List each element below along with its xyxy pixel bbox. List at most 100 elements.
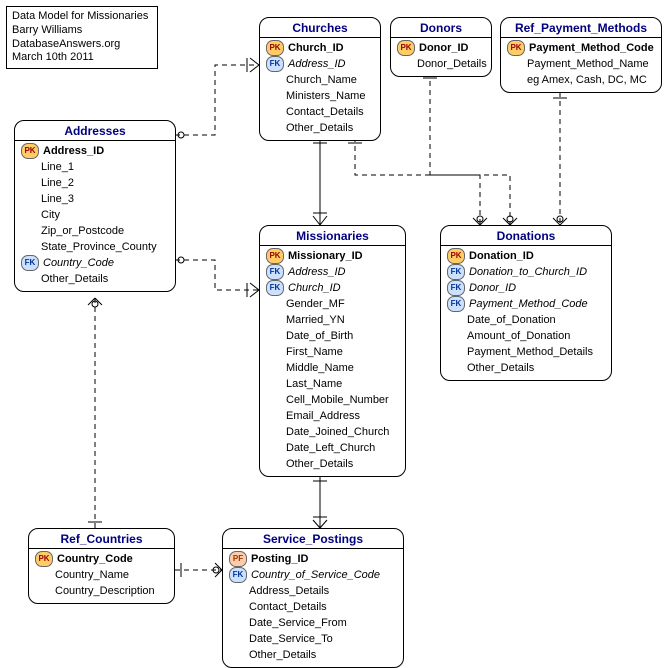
- attribute-label: Date_Left_Church: [286, 440, 375, 456]
- attribute-row: FKPayment_Method_Code: [441, 296, 611, 312]
- entity-title: Addresses: [15, 121, 175, 141]
- attribute-row: PKAddress_ID: [15, 143, 175, 159]
- foreign-key-icon: FK: [266, 264, 284, 280]
- key-spacer: [266, 409, 282, 423]
- attribute-row: FKDonor_ID: [441, 280, 611, 296]
- entity-donations: Donations PKDonation_IDFKDonation_to_Chu…: [440, 225, 612, 381]
- key-spacer: [229, 600, 245, 614]
- attribute-row: Ministers_Name: [260, 88, 380, 104]
- attribute-row: Amount_of_Donation: [441, 328, 611, 344]
- attribute-row: Last_Name: [260, 376, 405, 392]
- entity-title: Ref_Countries: [29, 529, 174, 549]
- entity-body: PKChurch_IDFKAddress_IDChurch_NameMinist…: [260, 38, 380, 140]
- attribute-label: Payment_Method_Details: [467, 344, 593, 360]
- attribute-label: Contact_Details: [286, 104, 364, 120]
- info-line: Barry Williams: [12, 24, 152, 38]
- attribute-row: Date_Left_Church: [260, 440, 405, 456]
- attribute-label: eg Amex, Cash, DC, MC: [527, 72, 647, 88]
- attribute-label: Address_ID: [43, 143, 104, 159]
- key-spacer: [35, 584, 51, 598]
- key-spacer: [229, 648, 245, 662]
- attribute-row: PKCountry_Code: [29, 551, 174, 567]
- attribute-label: Date_of_Donation: [467, 312, 556, 328]
- attribute-row: FKCountry_of_Service_Code: [223, 567, 403, 583]
- attribute-row: Contact_Details: [260, 104, 380, 120]
- attribute-label: Address_ID: [288, 56, 345, 72]
- attribute-label: Other_Details: [286, 456, 353, 472]
- attribute-label: City: [41, 207, 60, 223]
- attribute-row: Other_Details: [260, 120, 380, 136]
- attribute-row: FKDonation_to_Church_ID: [441, 264, 611, 280]
- attribute-row: Country_Description: [29, 583, 174, 599]
- attribute-label: Church_ID: [288, 280, 341, 296]
- primary-key-icon: PK: [266, 40, 284, 56]
- attribute-label: Payment_Method_Name: [527, 56, 649, 72]
- attribute-row: Address_Details: [223, 583, 403, 599]
- attribute-label: Country_Description: [55, 583, 155, 599]
- attribute-row: Gender_MF: [260, 296, 405, 312]
- attribute-row: Other_Details: [260, 456, 405, 472]
- attribute-row: PKPayment_Method_Code: [501, 40, 661, 56]
- attribute-row: Other_Details: [223, 647, 403, 663]
- attribute-row: Email_Address: [260, 408, 405, 424]
- key-spacer: [266, 393, 282, 407]
- attribute-label: Amount_of_Donation: [467, 328, 570, 344]
- entity-body: PKCountry_CodeCountry_NameCountry_Descri…: [29, 549, 174, 603]
- key-spacer: [266, 457, 282, 471]
- entity-title: Churches: [260, 18, 380, 38]
- primary-key-icon: PK: [507, 40, 525, 56]
- attribute-row: Date_Service_To: [223, 631, 403, 647]
- entity-title: Service_Postings: [223, 529, 403, 549]
- entity-body: PKDonation_IDFKDonation_to_Church_IDFKDo…: [441, 246, 611, 380]
- key-spacer: [229, 616, 245, 630]
- key-spacer: [266, 329, 282, 343]
- attribute-label: Country_of_Service_Code: [251, 567, 380, 583]
- attribute-row: Cell_Mobile_Number: [260, 392, 405, 408]
- primary-key-icon: PK: [447, 248, 465, 264]
- key-spacer: [447, 313, 463, 327]
- attribute-label: Donor_ID: [419, 40, 469, 56]
- attribute-row: Date_Joined_Church: [260, 424, 405, 440]
- attribute-label: Other_Details: [286, 120, 353, 136]
- entity-body: PKDonor_IDDonor_Details: [391, 38, 491, 76]
- key-spacer: [266, 297, 282, 311]
- primary-key-icon: PK: [21, 143, 39, 159]
- attribute-row: City: [15, 207, 175, 223]
- key-spacer: [266, 361, 282, 375]
- attribute-label: Line_1: [41, 159, 74, 175]
- attribute-label: Last_Name: [286, 376, 342, 392]
- foreign-key-icon: FK: [447, 280, 465, 296]
- attribute-label: Contact_Details: [249, 599, 327, 615]
- key-spacer: [229, 632, 245, 646]
- attribute-label: Middle_Name: [286, 360, 354, 376]
- attribute-row: PKDonor_ID: [391, 40, 491, 56]
- entity-addresses: Addresses PKAddress_IDLine_1Line_2Line_3…: [14, 120, 176, 292]
- attribute-label: Line_3: [41, 191, 74, 207]
- foreign-key-icon: FK: [229, 567, 247, 583]
- attribute-label: Date_Service_To: [249, 631, 333, 647]
- attribute-row: Married_YN: [260, 312, 405, 328]
- key-spacer: [229, 584, 245, 598]
- attribute-label: Ministers_Name: [286, 88, 365, 104]
- attribute-label: Line_2: [41, 175, 74, 191]
- key-spacer: [21, 160, 37, 174]
- attribute-label: Country_Code: [43, 255, 114, 271]
- attribute-label: Zip_or_Postcode: [41, 223, 124, 239]
- attribute-label: Gender_MF: [286, 296, 345, 312]
- attribute-row: State_Province_County: [15, 239, 175, 255]
- entity-ref-payment-methods: Ref_Payment_Methods PKPayment_Method_Cod…: [500, 17, 662, 93]
- key-spacer: [35, 568, 51, 582]
- pf-key-icon: PF: [229, 551, 247, 567]
- attribute-label: Date_of_Birth: [286, 328, 353, 344]
- attribute-row: Zip_or_Postcode: [15, 223, 175, 239]
- primary-key-icon: PK: [35, 551, 53, 567]
- attribute-label: Other_Details: [249, 647, 316, 663]
- attribute-label: Address_ID: [288, 264, 345, 280]
- info-line: DatabaseAnswers.org: [12, 38, 152, 52]
- attribute-label: Posting_ID: [251, 551, 308, 567]
- attribute-row: FKChurch_ID: [260, 280, 405, 296]
- primary-key-icon: PK: [266, 248, 284, 264]
- attribute-label: Church_ID: [288, 40, 344, 56]
- attribute-label: Donor_ID: [469, 280, 516, 296]
- attribute-row: Date_Service_From: [223, 615, 403, 631]
